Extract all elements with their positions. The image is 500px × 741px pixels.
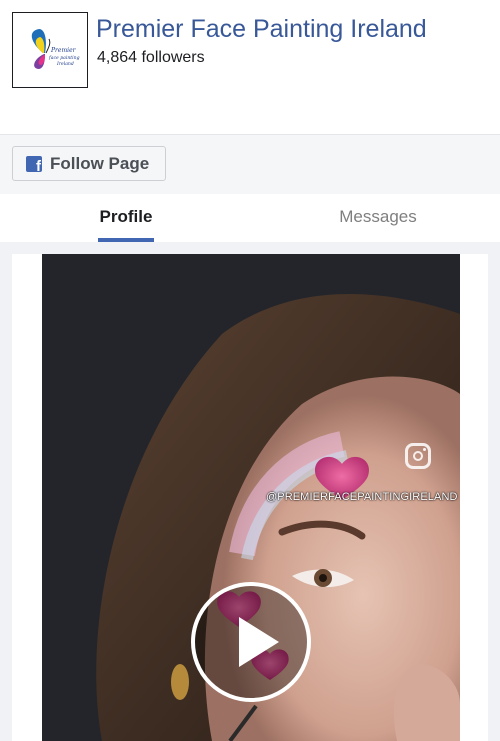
play-button[interactable] — [191, 582, 311, 702]
logo-text-ireland: Ireland — [56, 61, 74, 67]
tab-messages[interactable]: Messages — [326, 194, 430, 242]
follow-page-label: Follow Page — [50, 153, 150, 173]
page-title[interactable]: Premier Face Painting Ireland — [96, 14, 427, 44]
followers-count: 4,864 followers — [97, 49, 205, 66]
video-handle-watermark: @PREMIERFACEPAINTINGIRELAND — [266, 491, 458, 503]
instagram-icon — [405, 443, 431, 469]
facebook-icon: f — [26, 155, 42, 172]
instagram-lens — [413, 451, 423, 461]
tab-profile[interactable]: Profile — [90, 194, 162, 242]
post-card: @PREMIERFACEPAINTINGIRELAND — [12, 254, 488, 741]
play-icon — [239, 617, 279, 667]
video-player[interactable]: @PREMIERFACEPAINTINGIRELAND — [42, 254, 460, 741]
tab-profile-label: Profile — [99, 207, 153, 226]
feed-area: @PREMIERFACEPAINTINGIRELAND — [0, 242, 500, 741]
logo-text-facepainting: face painting — [48, 55, 80, 61]
instagram-dot — [423, 448, 426, 451]
tab-messages-label: Messages — [339, 207, 417, 226]
page-header: Premier face painting Ireland Premier Fa… — [0, 0, 500, 134]
butterfly-logo-icon: Premier face painting Ireland — [31, 29, 80, 69]
page-logo[interactable]: Premier face painting Ireland — [12, 12, 88, 88]
logo-text-premier: Premier — [50, 47, 77, 54]
tab-bar: Profile Messages — [0, 194, 500, 242]
follow-page-button[interactable]: f Follow Page — [12, 146, 166, 181]
